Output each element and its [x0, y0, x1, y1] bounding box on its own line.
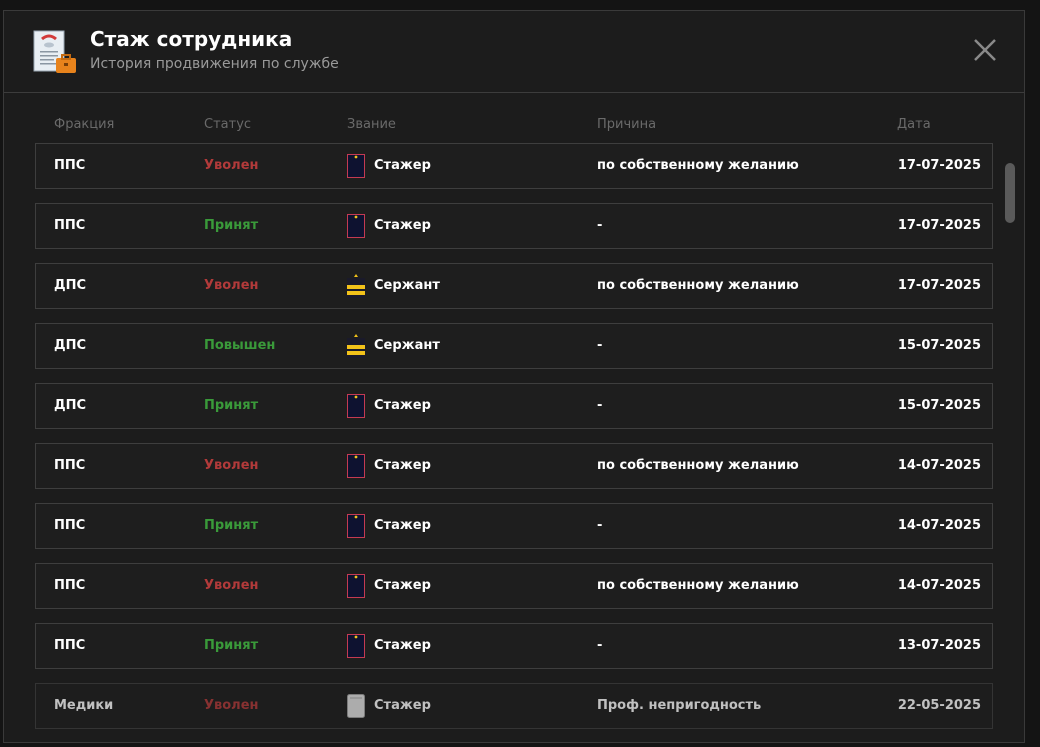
- intern-badge-icon: [347, 394, 365, 418]
- window-subtitle: История продвижения по службе: [90, 56, 339, 72]
- rank-cell: Стажер: [347, 504, 431, 548]
- scrollbar[interactable]: [1005, 151, 1015, 742]
- faction-cell: ППС: [54, 458, 86, 473]
- rank-cell: Стажер: [347, 144, 431, 188]
- faction-cell: ДПС: [54, 338, 86, 353]
- date-cell: 17-07-2025: [897, 278, 981, 293]
- status-cell: Принят: [204, 398, 259, 413]
- rank-label: Сержант: [374, 278, 440, 293]
- reason-cell: по собственному желанию: [597, 158, 799, 173]
- reason-cell: -: [597, 518, 603, 533]
- column-header-status: Статус: [204, 117, 252, 132]
- status-cell: Уволен: [204, 698, 259, 713]
- document-briefcase-icon: [33, 30, 76, 73]
- rank-cell: Стажер: [347, 204, 431, 248]
- rank-label: Стажер: [374, 578, 431, 593]
- status-cell: Уволен: [204, 578, 259, 593]
- history-row: ППС Уволен Стажер по собственному желанию 14…: [35, 443, 993, 489]
- reason-cell: -: [597, 218, 603, 233]
- column-header-reason: Причина: [597, 117, 657, 132]
- intern-badge-icon: [347, 574, 365, 598]
- rank-label: Стажер: [374, 398, 431, 413]
- date-cell: 15-07-2025: [897, 398, 981, 413]
- status-cell: Уволен: [204, 158, 259, 173]
- rank-cell: Сержант: [347, 264, 440, 308]
- intern-badge-icon: [347, 454, 365, 478]
- history-row: ППС Принят Стажер - 17-07-2025: [35, 203, 993, 249]
- rank-label: Сержант: [374, 338, 440, 353]
- rank-label: Стажер: [374, 218, 431, 233]
- date-cell: 22-05-2025: [897, 698, 981, 713]
- faction-cell: Медики: [54, 698, 114, 713]
- faction-cell: ДПС: [54, 398, 86, 413]
- reason-cell: -: [597, 338, 603, 353]
- faction-cell: ДПС: [54, 278, 86, 293]
- column-header-rank: Звание: [347, 117, 396, 132]
- history-row: ППС Уволен Стажер по собственному желанию 14…: [35, 563, 993, 609]
- close-icon[interactable]: [972, 37, 998, 63]
- status-cell: Повышен: [204, 338, 276, 353]
- reason-cell: Проф. непригодность: [597, 698, 762, 713]
- faction-cell: ППС: [54, 518, 86, 533]
- rank-cell: Стажер: [347, 624, 431, 668]
- faction-cell: ППС: [54, 218, 86, 233]
- status-cell: Принят: [204, 218, 259, 233]
- history-row: ДПС Уволен Сержант по собственному желанию 1…: [35, 263, 993, 309]
- window-header: Стаж сотрудника История продвижения по с…: [4, 11, 1024, 93]
- sergeant-badge-icon: [347, 274, 365, 298]
- status-cell: Уволен: [204, 278, 259, 293]
- reason-cell: -: [597, 638, 603, 653]
- reason-cell: по собственному желанию: [597, 578, 799, 593]
- date-cell: 15-07-2025: [897, 338, 981, 353]
- history-row: ППС Уволен Стажер по собственному желанию 17…: [35, 143, 993, 189]
- rank-cell: Стажер: [347, 384, 431, 428]
- rank-label: Стажер: [374, 158, 431, 173]
- date-cell: 17-07-2025: [897, 218, 981, 233]
- rank-label: Стажер: [374, 458, 431, 473]
- faction-cell: ППС: [54, 578, 86, 593]
- rank-cell: Сержант: [347, 324, 440, 368]
- window-title: Стаж сотрудника: [90, 27, 293, 51]
- column-header-date: Дата: [897, 117, 931, 132]
- history-row: ДПС Повышен Сержант - 15-07-2025: [35, 323, 993, 369]
- intern-badge-icon: [347, 214, 365, 238]
- rank-label: Стажер: [374, 518, 431, 533]
- column-header-faction: Фракция: [54, 117, 115, 132]
- history-row: ППС Принят Стажер - 13-07-2025: [35, 623, 993, 669]
- intern-badge-icon: [347, 154, 365, 178]
- rank-cell: Стажер: [347, 444, 431, 488]
- scrollbar-thumb[interactable]: [1005, 163, 1015, 223]
- date-cell: 14-07-2025: [897, 578, 981, 593]
- intern-badge-icon: [347, 514, 365, 538]
- reason-cell: по собственному желанию: [597, 458, 799, 473]
- sergeant-badge-icon: [347, 334, 365, 358]
- reason-cell: по собственному желанию: [597, 278, 799, 293]
- employee-tenure-window: Стаж сотрудника История продвижения по с…: [3, 10, 1025, 743]
- history-row: Медики Уволен Стажер Проф. непригодность 22-…: [35, 683, 993, 729]
- status-cell: Уволен: [204, 458, 259, 473]
- rank-label: Стажер: [374, 698, 431, 713]
- status-cell: Принят: [204, 638, 259, 653]
- status-cell: Принят: [204, 518, 259, 533]
- date-cell: 14-07-2025: [897, 458, 981, 473]
- rank-cell: Стажер: [347, 564, 431, 608]
- history-row: ДПС Принят Стажер - 15-07-2025: [35, 383, 993, 429]
- date-cell: 13-07-2025: [897, 638, 981, 653]
- medic-intern-badge-icon: [347, 694, 365, 718]
- intern-badge-icon: [347, 634, 365, 658]
- history-row: ППС Принят Стажер - 14-07-2025: [35, 503, 993, 549]
- reason-cell: -: [597, 398, 603, 413]
- date-cell: 17-07-2025: [897, 158, 981, 173]
- faction-cell: ППС: [54, 638, 86, 653]
- rank-label: Стажер: [374, 638, 431, 653]
- history-list: ППС Уволен Стажер по собственному желанию 17…: [35, 143, 993, 742]
- faction-cell: ППС: [54, 158, 86, 173]
- rank-cell: Стажер: [347, 684, 431, 728]
- date-cell: 14-07-2025: [897, 518, 981, 533]
